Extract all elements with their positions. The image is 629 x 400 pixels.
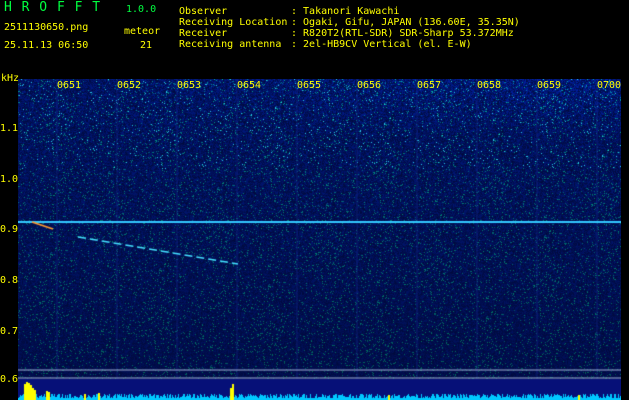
- header-panel: H R O F F T 1.0.0 2511130650.png 25.11.1…: [0, 0, 629, 73]
- meteor-count: 21: [140, 40, 153, 51]
- y-axis-unit: kHz: [1, 73, 20, 84]
- x-tick-label: 0654: [237, 80, 262, 91]
- x-tick-label: 0652: [117, 80, 142, 91]
- x-tick-label: 0656: [357, 80, 382, 91]
- y-tick-label: 1.0: [0, 174, 19, 185]
- meteor-label: meteor: [124, 26, 161, 37]
- info-value-antenna: : 2el-HB9CV Vertical (el. E-W): [291, 39, 472, 50]
- y-axis: kHz 1.1 1.0 0.9 0.8 0.7 0.6: [0, 73, 20, 400]
- y-tick-label: 0.9: [0, 224, 19, 235]
- x-tick-label: 0655: [297, 80, 322, 91]
- x-tick-label: 0651: [57, 80, 82, 91]
- x-tick-label: 0659: [537, 80, 562, 91]
- x-tick-label: 0657: [417, 80, 442, 91]
- y-tick-label: 0.6: [0, 374, 19, 385]
- x-tick-label: 0700: [597, 80, 622, 91]
- x-tick-label: 0658: [477, 80, 502, 91]
- y-tick-label: 0.7: [0, 326, 19, 337]
- app-title: H R O F F T: [4, 0, 102, 15]
- date-time: 25.11.13 06:50: [4, 40, 89, 51]
- file-name: 2511130650.png: [4, 22, 89, 33]
- info-label-antenna: Receiving antenna: [179, 39, 282, 50]
- app-version: 1.0.0: [126, 4, 157, 15]
- y-tick-label: 1.1: [0, 123, 19, 134]
- spectrogram-canvas: [18, 79, 621, 400]
- y-tick-label: 0.8: [0, 275, 19, 286]
- x-tick-label: 0653: [177, 80, 202, 91]
